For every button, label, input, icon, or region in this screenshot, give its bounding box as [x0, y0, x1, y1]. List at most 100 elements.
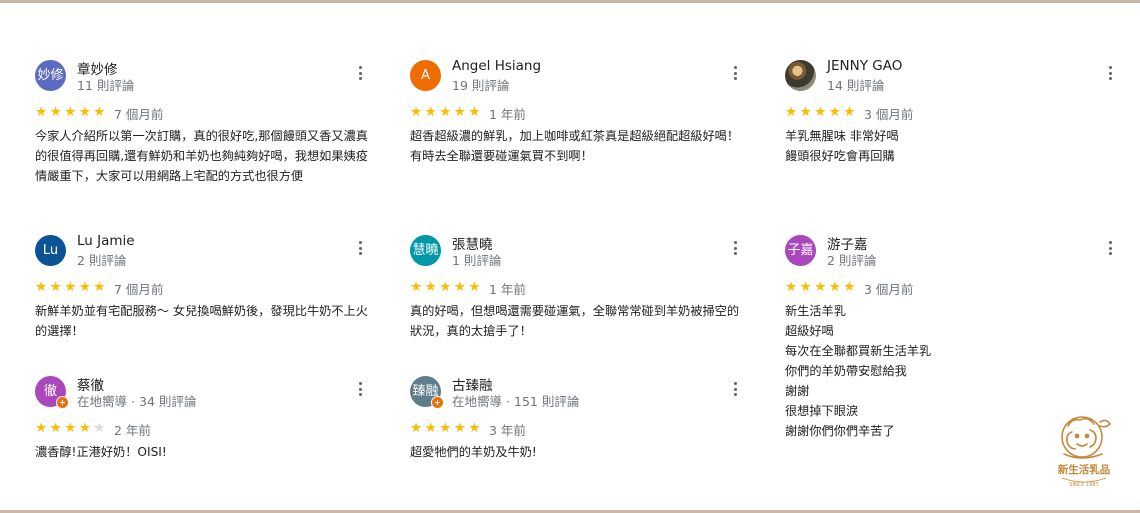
star-icon: ★ [424, 420, 437, 437]
rating-row: ★ ★ ★ ★ ★ 7 個月前 [35, 105, 164, 122]
top-border [0, 0, 1140, 3]
reviewer-meta: 在地嚮導 · 34 則評論 [77, 391, 196, 410]
brand-logo: 新生活乳品 SINCE 1987 [1058, 416, 1112, 488]
review-text: 濃香醇!正港好奶！OISI! [35, 445, 167, 459]
star-icon: ★ [843, 104, 856, 121]
avatar[interactable]: 徹 + [35, 376, 69, 409]
review-count: 1 則評論 [452, 253, 502, 268]
star-icon: ★ [468, 279, 481, 296]
star-rating: ★ ★ ★ ★ ★ [785, 106, 858, 120]
reviewer-meta: 2 則評論 [77, 250, 126, 269]
reviewer-name[interactable]: Lu Jamie [77, 233, 135, 249]
avatar[interactable]: 妙修 [35, 60, 66, 91]
star-icon: ★ [424, 104, 437, 121]
star-icon: ★ [843, 279, 856, 296]
rating-row: ★ ★ ★ ★ ★ 1 年前 [410, 104, 526, 122]
avatar[interactable] [785, 60, 816, 91]
reviewer-name[interactable]: JENNY GAO [827, 58, 902, 74]
meta-separator: · [131, 394, 135, 409]
reviewer-meta: 2 則評論 [827, 250, 876, 269]
star-icon: ★ [439, 104, 452, 121]
star-icon: ★ [78, 279, 91, 296]
avatar[interactable]: A [410, 60, 441, 91]
review-count: 2 則評論 [77, 253, 127, 268]
more-vert-icon[interactable] [1105, 239, 1115, 257]
star-icon: ★ [453, 420, 466, 437]
star-icon: ★ [785, 104, 798, 121]
star-icon: ★ [49, 104, 62, 121]
review-count: 11 則評論 [77, 78, 135, 93]
more-vert-icon[interactable] [730, 239, 740, 257]
avatar[interactable]: 慧曉 [410, 235, 441, 266]
more-vert-icon[interactable] [355, 64, 365, 82]
avatar[interactable]: 臻融 + [410, 376, 444, 409]
rating-row: ★ ★ ★ ★ ★ 3 個月前 [785, 280, 913, 297]
reviewer-meta: 11 則評論 [77, 75, 134, 94]
review-text: 真的好喝，但想喝還需要碰運氣，全聯常常碰到羊奶被掃空的狀況，真的太搶手了！ [410, 304, 740, 338]
local-guide-label: 在地嚮導 [452, 394, 503, 409]
rating-row: ★ ★ ★ ★ ★ 7 個月前 [35, 280, 163, 297]
local-guide-badge-icon: + [56, 396, 69, 409]
star-icon: ★ [785, 279, 798, 296]
star-icon: ★ [78, 104, 91, 121]
more-vert-icon[interactable] [355, 239, 365, 257]
review-count: 151 則評論 [514, 394, 580, 409]
star-icon: ★ [453, 104, 466, 121]
avatar[interactable]: Lu [35, 235, 66, 266]
more-vert-icon[interactable] [730, 64, 740, 82]
rating-row: ★ ★ ★ ★ ★ 1 年前 [410, 280, 526, 297]
star-icon: ★ [49, 279, 62, 296]
star-icon: ★ [410, 104, 423, 121]
review-date: 3 年前 [488, 422, 526, 438]
star-icon: ★ [64, 104, 77, 121]
review-count: 14 則評論 [827, 78, 885, 93]
more-vert-icon[interactable] [355, 380, 365, 398]
star-icon: ★ [35, 420, 48, 437]
star-rating: ★ ★ ★ ★ ★ [35, 106, 108, 120]
reviewer-meta: 19 則評論 [452, 75, 509, 94]
rating-row: ★ ★ ★ ★ ★ 3 年前 [410, 421, 526, 438]
star-icon: ★ [468, 104, 481, 121]
review-text: 超香超級濃的鮮乳，加上咖啡或紅茶真是超級絕配超級好喝！有時去全聯還要碰運氣買不到… [410, 129, 740, 163]
star-icon: ★ [93, 104, 106, 121]
review-date: 1 年前 [488, 281, 526, 297]
avatar-initials: 子嘉 [787, 243, 814, 258]
brand-since: SINCE 1987 [1069, 482, 1098, 488]
star-icon: ★ [814, 104, 827, 121]
review-date: 3 個月前 [863, 106, 914, 122]
star-rating: ★ ★ ★ ★ ★ [410, 422, 483, 436]
avatar-initials: Lu [42, 243, 59, 258]
avatar[interactable]: 子嘉 [785, 235, 816, 266]
star-icon: ★ [49, 420, 62, 437]
star-icon: ★ [93, 279, 106, 296]
star-rating: ★ ★ ★ ★ ★ [35, 281, 108, 295]
review-text: 新鮮羊奶並有宅配服務～ 女兒換喝鮮奶後，發現比牛奶不上火的選擇！ [35, 304, 368, 338]
review-date: 1 年前 [488, 106, 526, 122]
rating-row: ★ ★ ★ ★ ★ 2 年前 [35, 420, 151, 438]
review-text: 今家人介紹所以第一次訂購，真的很好吃,那個饅頭又香又濃真的很值得再回購,還有鮮奶… [35, 129, 368, 183]
more-vert-icon[interactable] [730, 380, 740, 398]
star-icon: ★ [64, 279, 77, 296]
more-vert-icon[interactable] [1105, 64, 1115, 82]
avatar-initials: 慧曉 [412, 243, 439, 258]
star-rating: ★ ★ ★ ★ ★ [410, 281, 483, 295]
avatar-initials: A [421, 68, 430, 83]
reviewer-meta: 在地嚮導 · 151 則評論 [452, 391, 579, 410]
star-icon: ★ [799, 104, 812, 121]
star-icon: ★ [814, 279, 827, 296]
star-rating: ★ ★ ★ ★ ★ [785, 281, 858, 295]
review-date: 2 年前 [113, 422, 151, 438]
star-icon: ★ [35, 104, 48, 121]
star-icon: ★ [424, 279, 437, 296]
star-icon: ★ [410, 279, 423, 296]
star-icon: ★ [453, 279, 466, 296]
brand-name: 新生活乳品 [1058, 463, 1111, 476]
star-empty-icon: ★ [93, 420, 106, 437]
star-icon: ★ [35, 279, 48, 296]
review-date: 7 個月前 [113, 106, 164, 122]
star-icon: ★ [828, 104, 841, 121]
reviewer-meta: 1 則評論 [452, 250, 501, 269]
star-icon: ★ [828, 279, 841, 296]
star-icon: ★ [410, 420, 423, 437]
reviewer-name[interactable]: Angel Hsiang [452, 58, 541, 74]
